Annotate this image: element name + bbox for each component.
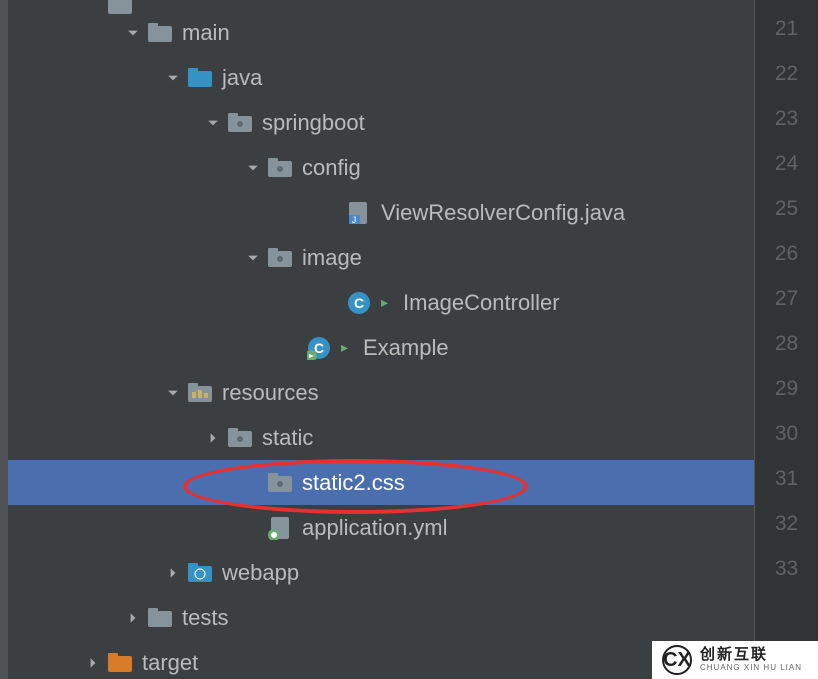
folder-gray-icon <box>108 0 132 17</box>
java-file-icon: J <box>347 201 371 225</box>
tree-label: resources <box>222 380 319 406</box>
tree-label: config <box>302 155 361 181</box>
folder-pkg-icon <box>268 246 292 270</box>
tree-row-target[interactable]: target <box>0 640 754 679</box>
watermark-text-cn: 创新互联 <box>700 647 802 664</box>
line-number: 28 <box>755 321 818 366</box>
tree-label: target <box>142 650 198 676</box>
tree-label: ViewResolverConfig.java <box>381 200 625 226</box>
svg-text:J: J <box>352 215 357 225</box>
runnable-icon: ▸ <box>341 339 355 356</box>
tree-row-application-yml[interactable]: application.yml <box>0 505 754 550</box>
tree-label: image <box>302 245 362 271</box>
tree-row-static2-css[interactable]: static2.css <box>0 460 754 505</box>
line-number: 29 <box>755 366 818 411</box>
tree-row-item-0[interactable] <box>0 0 754 10</box>
tree-label: tests <box>182 605 228 631</box>
chevron-icon[interactable] <box>204 429 222 447</box>
chevron-icon[interactable] <box>204 114 222 132</box>
tree-row-imagecontroller[interactable]: C ▸ ImageController <box>0 280 754 325</box>
line-number: 25 <box>755 186 818 231</box>
chevron-icon[interactable] <box>124 609 142 627</box>
tree-row-config[interactable]: config <box>0 145 754 190</box>
line-number: 23 <box>755 96 818 141</box>
tree-row-java[interactable]: java <box>0 55 754 100</box>
chevron-icon <box>244 474 262 492</box>
folder-web-icon <box>188 561 212 585</box>
runnable-class-icon: C <box>307 336 331 360</box>
class-icon: C <box>347 291 371 315</box>
chevron-icon <box>323 204 341 222</box>
chevron-icon <box>283 339 301 357</box>
line-number: 32 <box>755 501 818 546</box>
tree-label: main <box>182 20 230 46</box>
tree-label: ImageController <box>403 290 560 316</box>
scrollbar[interactable] <box>0 0 8 679</box>
tree-row-static[interactable]: static <box>0 415 754 460</box>
tree-label: webapp <box>222 560 299 586</box>
line-number: 33 <box>755 546 818 591</box>
line-number: 30 <box>755 411 818 456</box>
chevron-icon[interactable] <box>244 159 262 177</box>
folder-gray-icon <box>148 606 172 630</box>
tree-row-springboot[interactable]: springboot <box>0 100 754 145</box>
tree-label: static2.css <box>302 470 405 496</box>
tree-label: application.yml <box>302 515 448 541</box>
line-number: 24 <box>755 141 818 186</box>
folder-res-icon <box>188 381 212 405</box>
line-number: 22 <box>755 51 818 96</box>
watermark-logo-icon: CX <box>662 645 692 675</box>
tree-row-resources[interactable]: resources <box>0 370 754 415</box>
tree-row-image[interactable]: image <box>0 235 754 280</box>
chevron-icon[interactable] <box>244 249 262 267</box>
watermark: CX 创新互联 CHUANG XIN HU LIAN <box>652 641 818 679</box>
line-gutter: 21222324252627282930313233 <box>754 0 818 679</box>
tree-row-example[interactable]: C ▸ Example <box>0 325 754 370</box>
line-number: 21 <box>755 6 818 51</box>
chevron-icon <box>84 0 102 14</box>
folder-pkg-icon <box>228 426 252 450</box>
folder-orange-icon <box>108 651 132 675</box>
tree-label: java <box>222 65 262 91</box>
tree-row-viewresolverconfig-java[interactable]: J ViewResolverConfig.java <box>0 190 754 235</box>
tree-label: Example <box>363 335 449 361</box>
line-number: 27 <box>755 276 818 321</box>
yml-file-icon <box>268 516 292 540</box>
chevron-icon[interactable] <box>84 654 102 672</box>
folder-pkg-icon <box>268 156 292 180</box>
watermark-text-py: CHUANG XIN HU LIAN <box>700 664 802 673</box>
tree-label: static <box>262 425 313 451</box>
svg-text:C: C <box>354 295 364 311</box>
folder-blue-icon <box>188 66 212 90</box>
chevron-icon[interactable] <box>164 564 182 582</box>
tree-label: springboot <box>262 110 365 136</box>
chevron-icon[interactable] <box>124 24 142 42</box>
runnable-icon: ▸ <box>381 294 395 311</box>
line-number: 31 <box>755 456 818 501</box>
folder-gray-icon <box>148 21 172 45</box>
chevron-icon <box>244 519 262 537</box>
folder-pkg-icon <box>268 471 292 495</box>
tree-row-webapp[interactable]: webapp <box>0 550 754 595</box>
project-tree[interactable]: main javaspringboot config J ViewResolverCon… <box>0 0 754 679</box>
chevron-icon[interactable] <box>164 384 182 402</box>
chevron-icon[interactable] <box>164 69 182 87</box>
line-number: 26 <box>755 231 818 276</box>
chevron-icon <box>323 294 341 312</box>
folder-pkg-icon <box>228 111 252 135</box>
tree-row-tests[interactable]: tests <box>0 595 754 640</box>
